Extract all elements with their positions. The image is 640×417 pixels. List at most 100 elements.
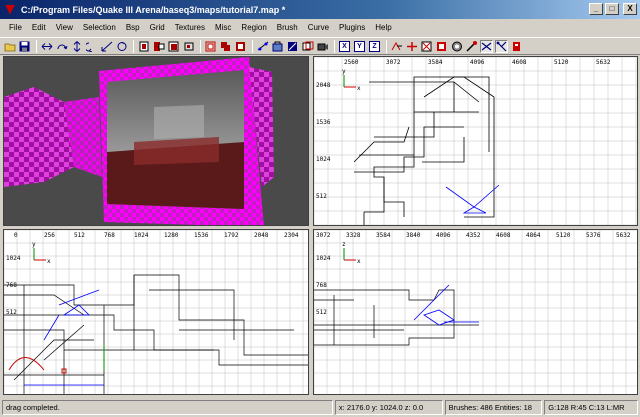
view-z-label: Z: [369, 40, 380, 52]
ruler-left-label: 768: [316, 282, 327, 289]
rotate-z-icon[interactable]: [115, 40, 128, 53]
axis-bottom-right: x z: [342, 241, 361, 265]
rotate-y-icon[interactable]: [85, 40, 98, 53]
texture-lock-icon[interactable]: [271, 40, 284, 53]
xy-viewport-bottom-right[interactable]: x z 3072 3328 3584 3840 4096 4352 4608 4864 5120…: [313, 229, 638, 395]
ruler-top-label: 4864: [526, 232, 541, 239]
view-z-button[interactable]: Z: [368, 40, 381, 53]
xy-viewport-top[interactable]: x y 2560 3072 3584 4096 4608 5120 5632 2048 153…: [313, 56, 638, 226]
ruler-top-label: 1536: [194, 232, 209, 239]
camera-render: [4, 57, 308, 225]
axis-v-label: z: [342, 241, 346, 248]
menu-selection[interactable]: Selection: [78, 20, 121, 36]
ruler-top-label: 2048: [254, 232, 269, 239]
app-icon: [3, 3, 17, 17]
ruler-left-label: 1024: [316, 255, 331, 262]
ruler-top-label: 2304: [284, 232, 299, 239]
ruler-left-label: 1536: [316, 119, 331, 126]
toolbar-separator: [386, 39, 387, 53]
status-grid-info: G:128 R:45 C:13 L:MR: [544, 399, 639, 415]
maximize-button[interactable]: □: [605, 3, 619, 15]
close-button[interactable]: X: [623, 3, 637, 15]
title-bar[interactable]: C:/Program Files/Quake III Arena/baseq3/…: [0, 0, 640, 19]
ruler-top-label: 2560: [344, 59, 359, 66]
ruler-top-label: 5632: [596, 59, 611, 66]
view-y-label: Y: [354, 40, 365, 52]
toolbar-separator: [200, 39, 201, 53]
ruler-top-label: 0: [14, 232, 18, 239]
ruler-left-label: 512: [6, 309, 17, 316]
camera-view-icon[interactable]: [316, 40, 329, 53]
change-view-icon[interactable]: [286, 40, 299, 53]
ruler-top-label: 768: [104, 232, 115, 239]
menu-edit[interactable]: Edit: [27, 20, 51, 36]
menu-misc[interactable]: Misc: [210, 20, 236, 36]
select-partial-tall-icon[interactable]: [167, 40, 180, 53]
cubic-clip-icon[interactable]: [301, 40, 314, 53]
menu-view[interactable]: View: [51, 20, 78, 36]
toolbar-separator: [36, 39, 37, 53]
select-touching-icon[interactable]: [152, 40, 165, 53]
xy-viewport-bottom-left[interactable]: x y 0 256 512 768 1024 1280 1536 1792 2048 2304 1…: [3, 229, 309, 395]
xy-grid-bottom-left: x y 0 256 512 768 1024 1280 1536 1792 2048 2304 1…: [4, 230, 308, 394]
axis-h-label: x: [47, 258, 51, 265]
camera-viewport[interactable]: [3, 56, 309, 226]
menu-help[interactable]: Help: [370, 20, 396, 36]
status-brush-count: Brushes: 486 Entities: 18: [444, 399, 543, 415]
flip-x-icon[interactable]: [40, 40, 53, 53]
menu-bsp[interactable]: Bsp: [121, 20, 145, 36]
patch-insert-icon[interactable]: [405, 40, 418, 53]
menu-plugins[interactable]: Plugins: [334, 20, 370, 36]
toolbar: X Y Z: [0, 37, 640, 55]
patch-weld-icon[interactable]: [495, 39, 508, 53]
patch-thicken-icon[interactable]: [450, 40, 463, 53]
menu-curve[interactable]: Curve: [303, 20, 334, 36]
csg-subtract-icon[interactable]: [204, 40, 217, 53]
menu-textures[interactable]: Textures: [170, 20, 210, 36]
minimize-button[interactable]: _: [589, 3, 603, 15]
ruler-top-label: 512: [74, 232, 85, 239]
menu-region[interactable]: Region: [236, 20, 271, 36]
ruler-left-label: 2048: [316, 82, 331, 89]
hollow-icon[interactable]: [234, 40, 247, 53]
view-y-button[interactable]: Y: [353, 40, 366, 53]
rotate-x-icon[interactable]: [55, 40, 68, 53]
flip-y-icon[interactable]: [70, 40, 83, 53]
patch-bend-icon[interactable]: [390, 40, 403, 53]
select-complete-tall-icon[interactable]: [137, 40, 150, 53]
view-x-button[interactable]: X: [338, 40, 351, 53]
ruler-top-label: 256: [44, 232, 55, 239]
open-file-icon[interactable]: [3, 40, 16, 53]
menu-bar: File Edit View Selection Bsp Grid Textur…: [0, 20, 640, 36]
menu-file[interactable]: File: [4, 20, 27, 36]
ruler-top-label: 4608: [496, 232, 511, 239]
ruler-top-label: 3840: [406, 232, 421, 239]
ruler-left-label: 768: [6, 282, 17, 289]
ruler-top-label: 1280: [164, 232, 179, 239]
axis-top: x y: [342, 68, 361, 92]
ruler-top-label: 1024: [134, 232, 149, 239]
select-inside-icon[interactable]: [182, 40, 195, 53]
status-coordinates: x: 2176.0 y: 1024.0 z: 0.0: [334, 399, 443, 415]
ruler-top-label: 3584: [376, 232, 391, 239]
menu-grid[interactable]: Grid: [145, 20, 170, 36]
csg-merge-icon[interactable]: [219, 40, 232, 53]
ruler-top-label: 4096: [436, 232, 451, 239]
patch-show-icon[interactable]: [480, 39, 493, 53]
xy-grid-bottom-right: x z 3072 3328 3584 3840 4096 4352 4608 4864 5120…: [314, 230, 637, 394]
menu-brush[interactable]: Brush: [272, 20, 303, 36]
patch-cap-icon[interactable]: [435, 40, 448, 53]
view-x-label: X: [339, 40, 350, 52]
patch-delete-icon[interactable]: [420, 40, 433, 53]
patch-redisperse-icon[interactable]: [465, 40, 478, 53]
ruler-top-label: 1792: [224, 232, 239, 239]
ruler-left-label: 512: [316, 193, 327, 200]
save-icon[interactable]: [18, 40, 31, 53]
flip-z-icon[interactable]: [100, 40, 113, 53]
axis-h-label: x: [357, 85, 361, 92]
clipper-icon[interactable]: [256, 40, 269, 53]
toolbar-separator: [334, 39, 335, 53]
ruler-top-label: 3072: [316, 232, 331, 239]
window-title: C:/Program Files/Quake III Arena/baseq3/…: [21, 4, 286, 15]
entity-icon[interactable]: [510, 40, 523, 53]
